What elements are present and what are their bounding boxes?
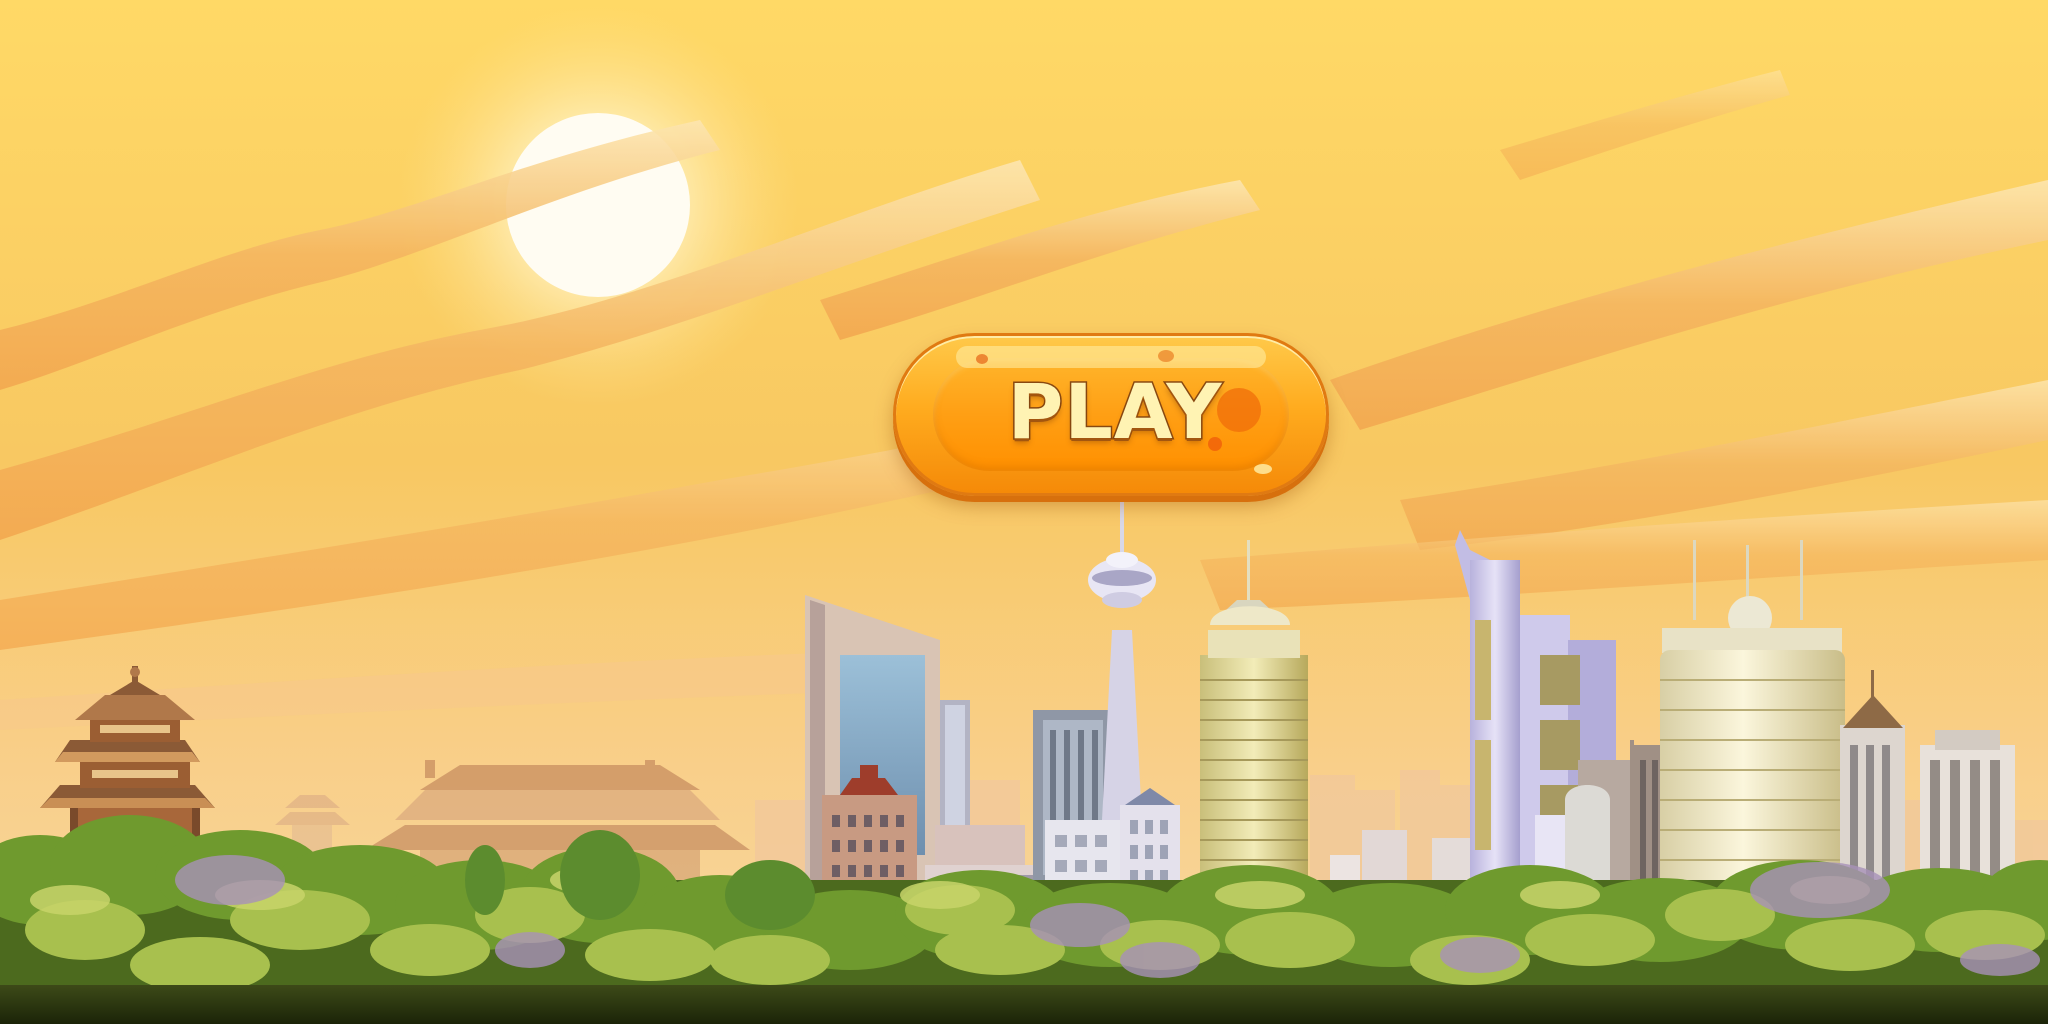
play-button-label: PLAY — [1006, 366, 1223, 458]
ground — [0, 985, 2048, 1024]
play-button-gloss — [956, 346, 1266, 368]
play-button-bubble — [1254, 464, 1272, 474]
play-button-bubble — [1158, 350, 1174, 362]
background-scene — [0, 0, 2048, 1024]
play-button[interactable]: PLAY — [893, 333, 1329, 496]
play-button-bubble — [1217, 388, 1261, 432]
play-button-bubble — [976, 354, 988, 364]
game-title-screen: PLAY — [0, 0, 2048, 1024]
